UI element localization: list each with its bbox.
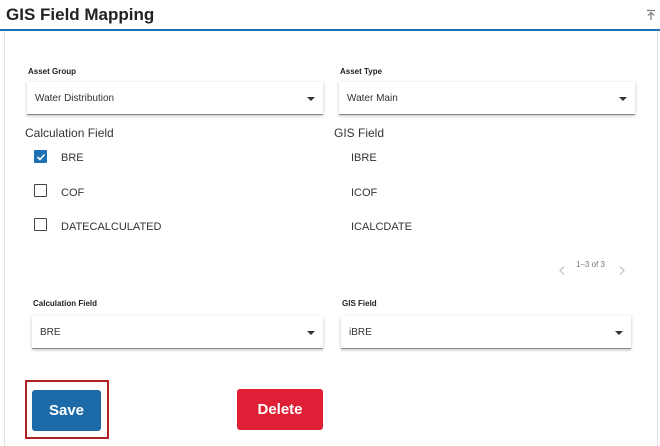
asset-type-select[interactable]: Water Main [339, 82, 635, 115]
row-checkbox[interactable] [34, 150, 47, 163]
chevron-right-icon[interactable] [619, 262, 625, 280]
gis-field-cell: ICOF [351, 187, 378, 199]
pagination-status: 1–3 of 3 [576, 260, 605, 269]
calculation-field-cell: COF [61, 187, 85, 199]
asset-group-label: Asset Group [28, 67, 77, 76]
calculation-field-select-value: BRE [40, 327, 61, 338]
calculation-field-select-label: Calculation Field [33, 299, 98, 308]
caret-down-icon [615, 331, 623, 335]
panel-header: GIS Field Mapping [0, 0, 660, 31]
gis-field-select-value: iBRE [349, 327, 372, 338]
asset-group-value: Water Distribution [35, 93, 115, 104]
caret-down-icon [307, 97, 315, 101]
row-checkbox[interactable] [34, 218, 47, 231]
calculation-field-select[interactable]: BRE [32, 316, 323, 349]
asset-type-value: Water Main [347, 93, 398, 104]
save-button[interactable]: Save [32, 390, 101, 431]
calculation-field-cell: DATECALCULATED [61, 221, 162, 233]
calculation-field-cell: BRE [61, 152, 84, 164]
delete-button[interactable]: Delete [237, 389, 323, 430]
chevron-left-icon[interactable] [559, 262, 565, 280]
gis-field-cell: ICALCDATE [351, 221, 412, 233]
gis-field-select[interactable]: iBRE [341, 316, 631, 349]
calculation-field-header: Calculation Field [25, 126, 114, 140]
asset-group-select[interactable]: Water Distribution [27, 82, 323, 115]
gis-field-header: GIS Field [334, 126, 385, 140]
panel-title: GIS Field Mapping [6, 5, 155, 24]
row-checkbox[interactable] [34, 184, 47, 197]
gis-field-cell: IBRE [351, 152, 377, 164]
caret-down-icon [619, 97, 627, 101]
check-icon [36, 153, 46, 161]
gis-field-select-label: GIS Field [342, 299, 377, 308]
asset-type-label: Asset Type [340, 67, 383, 76]
caret-down-icon [307, 331, 315, 335]
collapse-up-icon[interactable] [646, 8, 656, 20]
